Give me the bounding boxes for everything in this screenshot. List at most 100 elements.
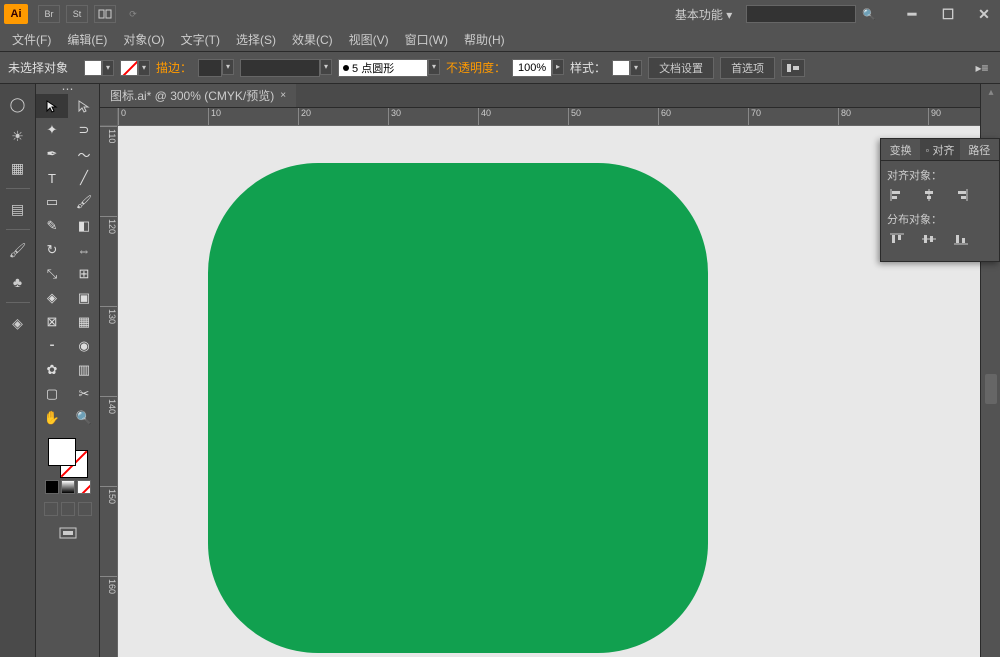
draw-normal[interactable] [44, 502, 58, 516]
blend-tool[interactable]: ◉ [68, 334, 100, 358]
tab-transform[interactable]: 变换 [881, 139, 920, 160]
brush-field[interactable] [240, 59, 320, 77]
stock-button[interactable]: St [66, 5, 88, 23]
minimize-button[interactable]: ━ [900, 6, 924, 22]
distribute-bottom-button[interactable] [951, 231, 971, 247]
fill-swatch[interactable] [84, 60, 102, 76]
align-hcenter-button[interactable] [919, 187, 939, 203]
symbol-sprayer-tool[interactable]: ✿ [36, 358, 68, 382]
gradient-tool[interactable]: ▦ [68, 310, 100, 334]
opacity-dropdown[interactable]: ▸ [552, 59, 564, 75]
stroke-dropdown[interactable]: ▾ [138, 60, 150, 76]
direct-selection-tool[interactable] [68, 94, 100, 118]
fill-indicator[interactable] [48, 438, 76, 466]
symbols-icon[interactable]: 🖌 [6, 238, 30, 262]
paintbrush-tool[interactable]: 🖌 [68, 190, 100, 214]
cc-libraries-icon[interactable]: ◯ [6, 92, 30, 116]
eraser-tool[interactable]: ◧ [68, 214, 100, 238]
doc-setup-button[interactable]: 文档设置 [648, 57, 714, 79]
screen-mode-button[interactable] [36, 522, 99, 544]
curvature-tool[interactable]: ～ [68, 142, 100, 166]
profile-dropdown[interactable]: ▾ [428, 59, 440, 75]
rectangle-tool[interactable]: ▭ [36, 190, 68, 214]
fill-dropdown[interactable]: ▾ [102, 60, 114, 76]
brush-dropdown[interactable]: ▾ [320, 59, 332, 75]
gradient-mode[interactable] [61, 480, 75, 494]
sync-button[interactable]: ⟳ [122, 5, 144, 23]
preferences-button[interactable]: 首选项 [720, 57, 775, 79]
rotate-tool[interactable]: ↻ [36, 238, 68, 262]
style-dropdown[interactable]: ▾ [630, 60, 642, 76]
horizontal-ruler[interactable]: 0 10 20 30 40 50 60 70 80 90 100 [118, 108, 980, 126]
toolbox-grip[interactable]: ⋯ [36, 84, 99, 94]
slice-tool[interactable]: ✂ [68, 382, 100, 406]
pencil-tool[interactable]: ✎ [36, 214, 68, 238]
ruler-corner[interactable] [100, 108, 118, 126]
tab-close-icon[interactable]: × [280, 90, 286, 101]
layers-icon[interactable]: ◈ [6, 311, 30, 335]
search-input[interactable] [746, 5, 856, 23]
panel-menu-icon[interactable]: ▸≡ [972, 60, 992, 76]
menu-view[interactable]: 视图(V) [341, 29, 397, 50]
appearance-icon[interactable]: ♣ [6, 270, 30, 294]
style-swatch[interactable] [612, 60, 630, 76]
zoom-tool[interactable]: 🔍 [68, 406, 100, 430]
tab-pathfinder[interactable]: 路径 [960, 139, 999, 160]
draw-inside[interactable] [78, 502, 92, 516]
canvas[interactable] [118, 126, 980, 657]
opacity-input[interactable] [512, 59, 552, 77]
scroll-thumb[interactable] [985, 374, 997, 404]
menu-object[interactable]: 对象(O) [115, 29, 172, 50]
vertical-ruler[interactable]: 110 120 130 140 150 160 [100, 126, 118, 657]
draw-behind[interactable] [61, 502, 75, 516]
brushes-icon[interactable]: ▤ [6, 197, 30, 221]
rounded-rect-shape[interactable] [208, 163, 708, 653]
column-graph-tool[interactable]: ▥ [68, 358, 100, 382]
magic-wand-tool[interactable]: ✦ [36, 118, 68, 142]
distribute-objects-label: 分布对象： [887, 211, 993, 227]
fill-stroke-indicator[interactable] [48, 438, 88, 478]
menu-window[interactable]: 窗口(W) [397, 29, 456, 50]
perspective-tool[interactable]: ▣ [68, 286, 100, 310]
menu-effect[interactable]: 效果(C) [284, 29, 341, 50]
eyedropper-tool[interactable]: ⁃ [36, 334, 68, 358]
align-left-button[interactable] [887, 187, 907, 203]
bridge-button[interactable]: Br [38, 5, 60, 23]
menu-file[interactable]: 文件(F) [4, 29, 59, 50]
scroll-up-icon[interactable]: ▴ [983, 84, 999, 100]
menu-help[interactable]: 帮助(H) [456, 29, 513, 50]
menu-edit[interactable]: 编辑(E) [59, 29, 115, 50]
selection-tool[interactable] [36, 94, 68, 118]
stroke-weight-input[interactable] [198, 59, 222, 77]
type-tool[interactable]: T [36, 166, 68, 190]
shape-builder-tool[interactable]: ◈ [36, 286, 68, 310]
align-button[interactable] [781, 59, 805, 77]
maximize-button[interactable]: ☐ [936, 6, 960, 22]
mesh-tool[interactable]: ⊠ [36, 310, 68, 334]
scale-tool[interactable]: ⤡ [36, 262, 68, 286]
artboard-tool[interactable]: ▢ [36, 382, 68, 406]
align-right-button[interactable] [951, 187, 971, 203]
workspace-dropdown[interactable]: 基本功能 ▾ [667, 4, 740, 25]
distribute-top-button[interactable] [887, 231, 907, 247]
color-mode[interactable] [45, 480, 59, 494]
line-tool[interactable]: ╱ [68, 166, 100, 190]
swatches-icon[interactable]: ▦ [6, 156, 30, 180]
distribute-vcenter-button[interactable] [919, 231, 939, 247]
close-button[interactable]: ✕ [972, 6, 996, 22]
reflect-tool[interactable]: ⇔ [68, 238, 100, 262]
stroke-profile[interactable]: 5 点圆形 [338, 59, 428, 77]
none-mode[interactable] [77, 480, 91, 494]
stroke-swatch[interactable] [120, 60, 138, 76]
tab-align[interactable]: ◦ 对齐 [920, 139, 959, 160]
menu-type[interactable]: 文字(T) [173, 29, 228, 50]
hand-tool[interactable]: ✋ [36, 406, 68, 430]
menu-select[interactable]: 选择(S) [228, 29, 284, 50]
free-transform-tool[interactable]: ⊞ [68, 262, 100, 286]
document-tab[interactable]: 图标.ai* @ 300% (CMYK/预览) × [100, 84, 296, 107]
pen-tool[interactable]: ✒ [36, 142, 68, 166]
arrange-button[interactable] [94, 5, 116, 23]
color-icon[interactable]: ☀ [6, 124, 30, 148]
stroke-weight-dropdown[interactable]: ▾ [222, 59, 234, 75]
lasso-tool[interactable]: ⊃ [68, 118, 100, 142]
